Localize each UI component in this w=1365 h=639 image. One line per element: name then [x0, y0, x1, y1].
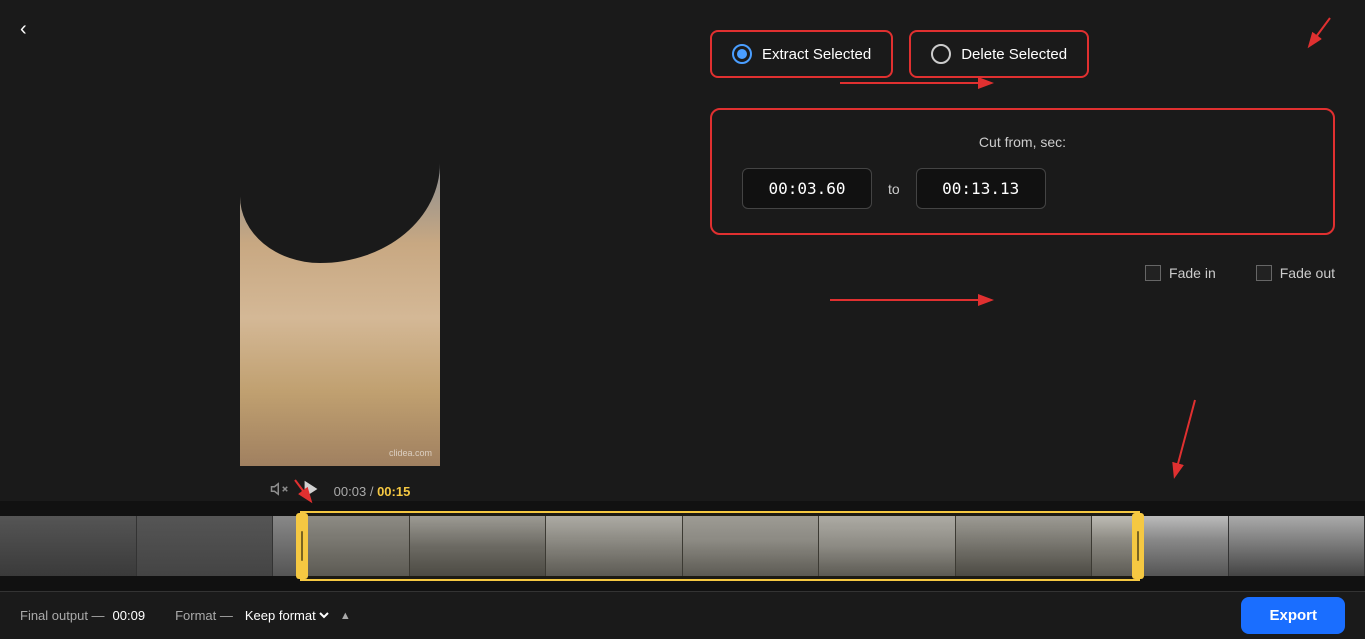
video-preview: clidea.com	[240, 96, 440, 466]
time-display: 00:03 / 00:15	[334, 484, 411, 499]
time-separator: /	[370, 484, 377, 499]
format-select[interactable]: Keep format MP4 MOV AVI GIF	[241, 607, 332, 624]
bottom-bar: Final output — 00:09 Format — Keep forma…	[0, 591, 1365, 639]
back-button[interactable]: ‹	[20, 18, 27, 41]
format-info: Format — Keep format MP4 MOV AVI GIF ▲	[175, 607, 351, 624]
final-output-info: Final output — 00:09	[20, 608, 145, 623]
fade-row: Fade in Fade out	[710, 265, 1335, 281]
current-time: 00:03	[334, 484, 367, 499]
format-chevron: ▲	[340, 610, 351, 622]
cut-inputs: to	[742, 168, 1303, 209]
export-button[interactable]: Export	[1241, 597, 1345, 634]
extract-selected-option[interactable]: Extract Selected	[710, 30, 893, 78]
final-output-value: 00:09	[113, 608, 146, 623]
from-time-input[interactable]	[742, 168, 872, 209]
to-time-input[interactable]	[916, 168, 1046, 209]
thumb-frame-1	[0, 516, 137, 576]
left-handle[interactable]	[296, 513, 308, 579]
total-time: 00:15	[377, 484, 410, 499]
mute-button[interactable]	[270, 480, 288, 503]
delete-radio[interactable]	[931, 44, 951, 64]
fade-in-label: Fade in	[1169, 265, 1216, 281]
action-row: Extract Selected Delete Selected	[710, 30, 1335, 78]
handle-line-left	[301, 531, 303, 561]
handle-line-right	[1137, 531, 1139, 561]
fade-out-label: Fade out	[1280, 265, 1335, 281]
extract-label: Extract Selected	[762, 46, 871, 63]
right-handle[interactable]	[1132, 513, 1144, 579]
watermark: clidea.com	[389, 448, 432, 458]
delete-label: Delete Selected	[961, 46, 1067, 63]
selected-region	[300, 511, 1139, 581]
fade-out-checkbox[interactable]	[1256, 265, 1272, 281]
to-label: to	[888, 181, 900, 197]
thumb-frame-10	[1229, 516, 1365, 576]
cut-title: Cut from, sec:	[742, 134, 1303, 150]
final-output-label: Final output —	[20, 608, 105, 623]
timeline-area	[0, 501, 1365, 591]
thumb-frame-2	[137, 516, 274, 576]
fade-out-option[interactable]: Fade out	[1256, 265, 1335, 281]
delete-selected-option[interactable]: Delete Selected	[909, 30, 1089, 78]
format-label: Format —	[175, 608, 233, 623]
fade-in-option[interactable]: Fade in	[1145, 265, 1216, 281]
fade-in-checkbox[interactable]	[1145, 265, 1161, 281]
cut-section: Cut from, sec: to	[710, 108, 1335, 235]
timeline-track[interactable]	[0, 511, 1365, 581]
extract-radio[interactable]	[732, 44, 752, 64]
